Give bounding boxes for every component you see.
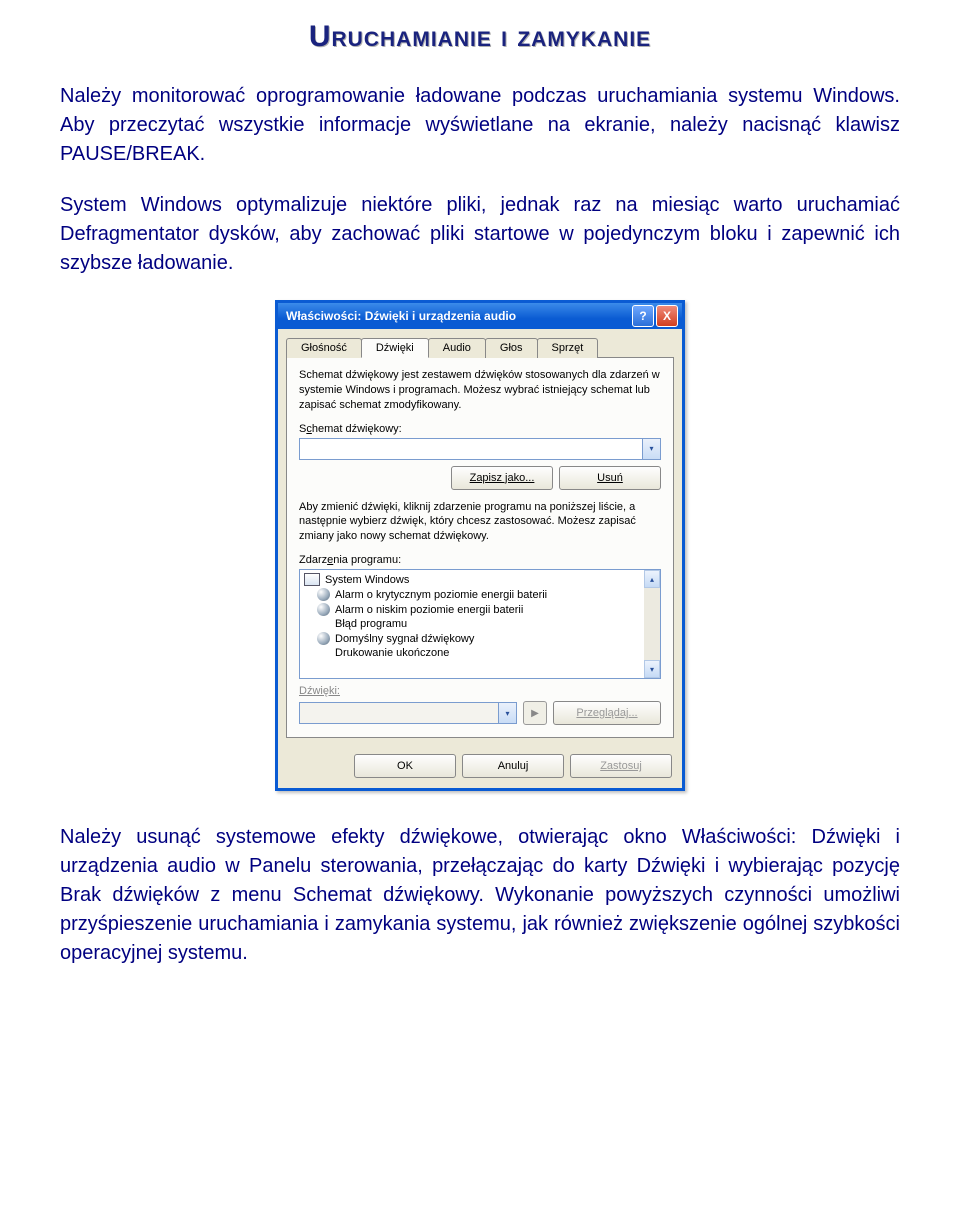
list-item[interactable]: Błąd programu	[301, 617, 659, 631]
tabstrip: Głośność Dźwięki Audio Głos Sprzęt	[278, 329, 682, 357]
list-item-label: Alarm o krytycznym poziomie energii bate…	[335, 589, 547, 601]
sound-properties-dialog: Właściwości: Dźwięki i urządzenia audio …	[275, 300, 685, 791]
apply-button: Zastosuj	[570, 754, 672, 778]
outro-paragraph: Należy usunąć systemowe efekty dźwiękowe…	[60, 823, 900, 968]
list-item-label: System Windows	[325, 574, 409, 586]
chevron-down-icon: ▾	[498, 703, 516, 723]
chevron-down-icon[interactable]: ▾	[642, 439, 660, 459]
tab-hardware[interactable]: Sprzęt	[537, 338, 599, 358]
tab-sounds[interactable]: Dźwięki	[361, 338, 429, 358]
help-icon[interactable]: ?	[632, 305, 654, 327]
speaker-icon	[317, 588, 330, 601]
scroll-up-icon[interactable]: ▴	[644, 570, 660, 588]
page-title: Uruchamianie i zamykanie	[60, 20, 900, 54]
scroll-down-icon[interactable]: ▾	[644, 660, 660, 678]
browse-button: Przeglądaj...	[553, 701, 661, 725]
save-as-button[interactable]: Zapisz jako...	[451, 466, 553, 490]
ok-button[interactable]: OK	[354, 754, 456, 778]
events-description: Aby zmienić dźwięki, kliknij zdarzenie p…	[299, 500, 661, 545]
play-icon: ▶	[523, 701, 547, 725]
list-item[interactable]: Alarm o niskim poziomie energii baterii	[301, 602, 659, 617]
list-item-label: Błąd programu	[335, 618, 407, 630]
listbox-scrollbar[interactable]: ▴ ▾	[644, 570, 660, 678]
dialog-title: Właściwości: Dźwięki i urządzenia audio	[286, 309, 630, 323]
tab-voice[interactable]: Głos	[485, 338, 538, 358]
scheme-description: Schemat dźwiękowy jest zestawem dźwięków…	[299, 368, 661, 413]
dialog-button-bar: OK Anuluj Zastosuj	[278, 746, 682, 788]
dialog-titlebar[interactable]: Właściwości: Dźwięki i urządzenia audio …	[278, 303, 682, 329]
list-item-label: Domyślny sygnał dźwiękowy	[335, 633, 474, 645]
events-label: Zdarzenia programu:	[299, 554, 661, 566]
windows-icon	[304, 573, 320, 586]
intro-paragraph-2: System Windows optymalizuje niektóre pli…	[60, 191, 900, 278]
close-icon[interactable]: X	[656, 305, 678, 327]
scheme-label: Schemat dźwiękowy:	[299, 423, 661, 435]
cancel-button[interactable]: Anuluj	[462, 754, 564, 778]
list-item-label: Drukowanie ukończone	[335, 647, 449, 659]
delete-button[interactable]: Usuń	[559, 466, 661, 490]
events-listbox[interactable]: System Windows Alarm o krytycznym poziom…	[299, 569, 661, 679]
list-item[interactable]: System Windows	[301, 572, 659, 587]
scheme-combo[interactable]: ▾	[299, 438, 661, 460]
list-item[interactable]: Domyślny sygnał dźwiękowy	[301, 631, 659, 646]
intro-paragraph-1: Należy monitorować oprogramowanie ładowa…	[60, 82, 900, 169]
list-item-label: Alarm o niskim poziomie energii baterii	[335, 604, 523, 616]
sound-file-combo: ▾	[299, 702, 517, 724]
speaker-icon	[317, 603, 330, 616]
tab-panel-sounds: Schemat dźwiękowy jest zestawem dźwięków…	[286, 357, 674, 738]
tab-volume[interactable]: Głośność	[286, 338, 362, 358]
speaker-icon	[317, 632, 330, 645]
list-item[interactable]: Alarm o krytycznym poziomie energii bate…	[301, 587, 659, 602]
sounds-label: Dźwięki:	[299, 685, 661, 697]
list-item[interactable]: Drukowanie ukończone	[301, 646, 659, 660]
tab-audio[interactable]: Audio	[428, 338, 486, 358]
scheme-combo-value	[300, 439, 642, 459]
